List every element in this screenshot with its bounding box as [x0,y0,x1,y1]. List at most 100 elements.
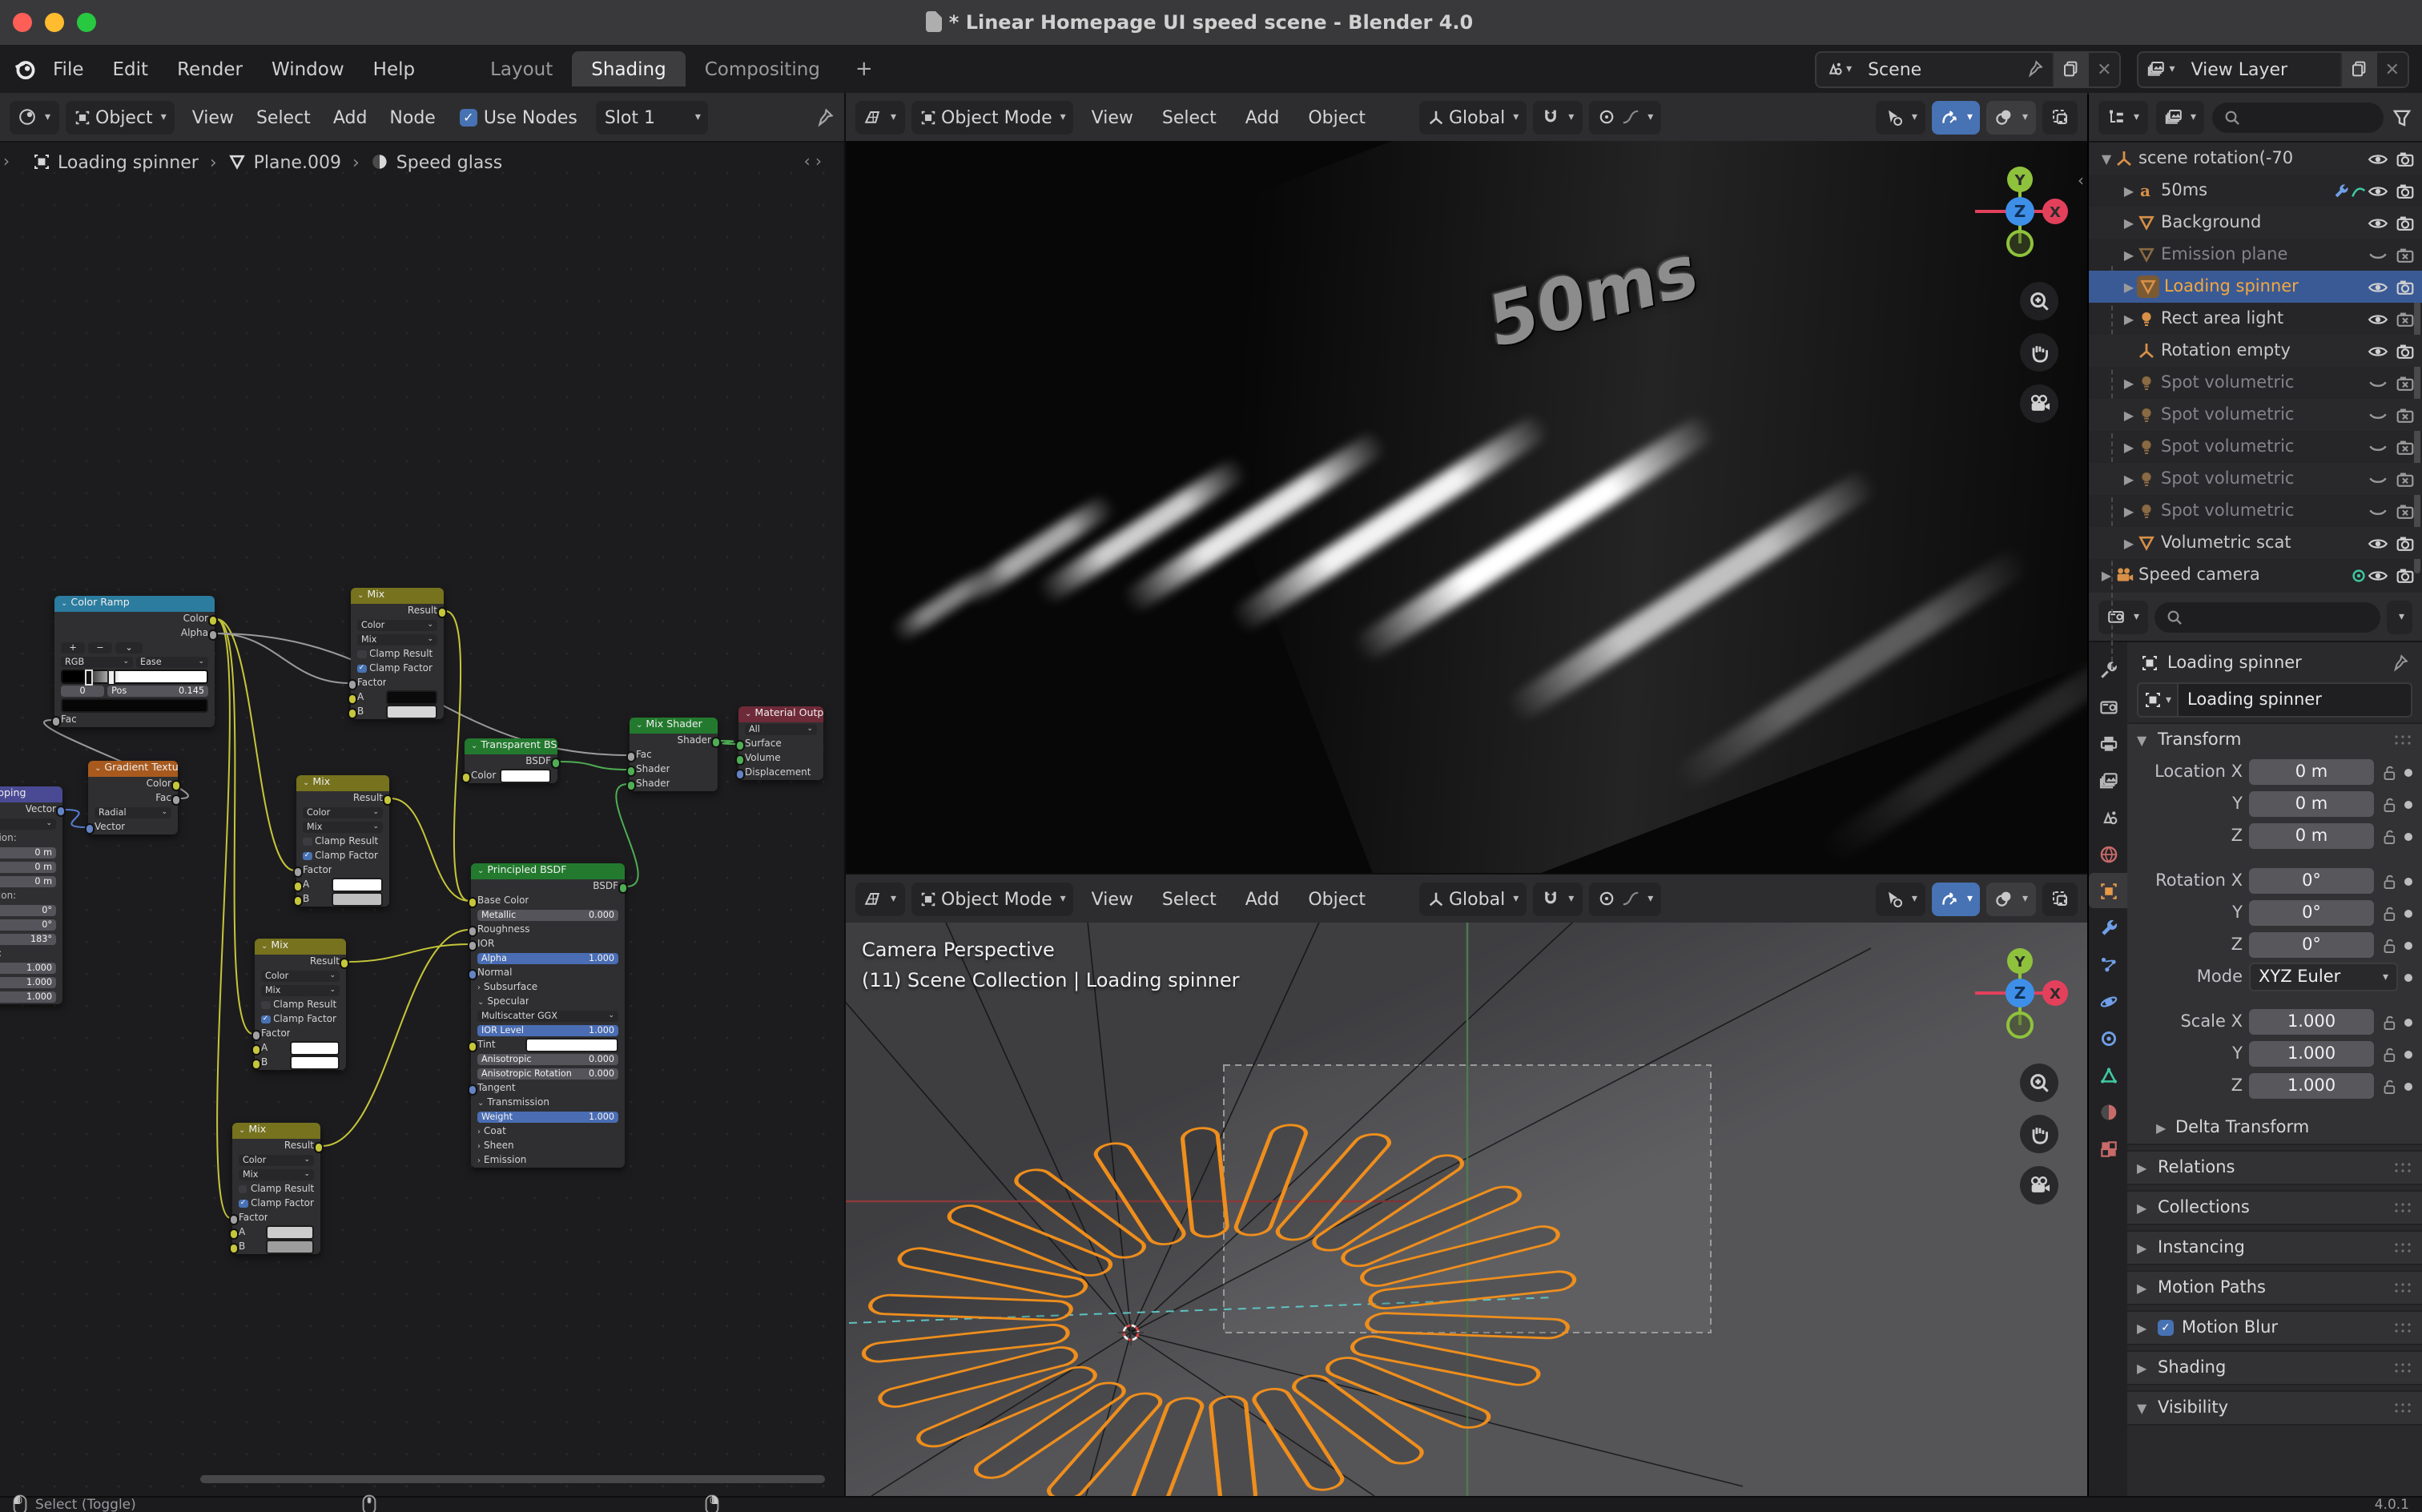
node-checkbox[interactable]: ✓ [303,852,312,861]
node-link[interactable] [64,810,86,827]
animate-dot-button[interactable] [2404,973,2412,981]
outliner-row-loading-spinner[interactable]: ▶Loading spinner [2089,271,2422,303]
expand-arrow-icon[interactable]: ▶ [2121,536,2137,550]
disable-render-toggle[interactable] [2395,308,2416,329]
output-socket[interactable] [207,616,218,626]
node-header[interactable]: ⌄Principled BSDF [471,863,625,879]
workspace-tab-layout[interactable]: Layout [471,51,572,86]
object-visibility-dropdown[interactable]: ▾ [1877,100,1925,134]
panel-visibility[interactable]: ▼Visibility [2127,1390,2422,1426]
node-dropdown[interactable]: Mix⌄ [357,634,437,645]
menu-file[interactable]: File [38,58,99,80]
node-header[interactable]: ⌄Gradient Texture [88,761,178,777]
ramp-index-field[interactable]: 0 [61,686,104,697]
node-header[interactable]: ⌄Mix [232,1123,320,1139]
input-socket[interactable] [348,709,358,719]
breadcrumb-item[interactable]: Plane.009 [228,151,341,172]
shader-node-output[interactable]: ⌄Material OutputAll⌄SurfaceVolumeDisplac… [738,706,823,780]
snapping-dropdown[interactable]: ▾ [1533,882,1582,915]
light-icon[interactable] [2137,501,2156,521]
editor-type-button[interactable]: ▾ [855,100,904,134]
outliner-row-50ms[interactable]: ▶a50ms [2089,175,2422,207]
expand-arrow-icon[interactable]: ▶ [2121,215,2137,230]
shader-node-mix3[interactable]: ⌄MixResultColor⌄Mix⌄Clamp Result✓Clamp F… [255,939,346,1070]
material-slot-dropdown[interactable]: Slot 1▾ [597,100,709,134]
shader-node-transparent[interactable]: ⌄Transparent BSDFBSDFColor [465,738,557,783]
rendered-scene[interactable]: 50ms Y X Z ‹ [846,141,2087,873]
color-swatch[interactable] [289,1042,340,1056]
node-dropdown[interactable]: Mix⌄ [239,1169,314,1180]
node-value-field[interactable]: 183° [0,934,56,945]
pin-icon[interactable] [2390,653,2409,673]
input-socket[interactable] [468,970,478,980]
node-checkbox[interactable] [357,650,366,659]
disable-render-toggle[interactable] [2395,148,2416,169]
empty-icon[interactable] [2114,149,2134,168]
properties-tab-texture[interactable] [2089,1131,2127,1166]
hide-viewport-toggle[interactable] [2368,501,2388,521]
disable-render-toggle[interactable] [2395,501,2416,521]
lock-icon[interactable] [2380,1077,2398,1095]
node-canvas[interactable]: ⌄Color RampColorAlpha+−⌄RGB⌄Ease⌄0Pos0.1… [0,141,844,1496]
disable-render-toggle[interactable] [2395,276,2416,297]
animate-dot-button[interactable] [2404,1082,2412,1090]
camera-view-button[interactable] [2020,384,2058,423]
properties-search-input[interactable] [2154,601,2381,632]
node-header[interactable]: ⌄Mapping [0,786,62,802]
outliner-row-speed-camera[interactable]: ▶Speed camera [2089,559,2422,591]
toggle-xray-button[interactable] [2042,100,2078,134]
collapse-arrow-icon[interactable]: ‹ [2078,173,2084,191]
panel-motion-blur[interactable]: ▶✓Motion Blur [2127,1310,2422,1345]
outliner-row-rect-area-light[interactable]: ▶Rect area light [2089,303,2422,335]
viewport-menu-add[interactable]: Add [1234,888,1291,909]
mode-dropdown[interactable]: Object Mode▾ [911,100,1074,134]
hide-viewport-toggle[interactable] [2368,565,2388,585]
toggle-xray-button[interactable] [2042,882,2078,915]
light-icon[interactable] [2137,469,2156,489]
output-socket[interactable] [710,738,721,748]
shader-menu-select[interactable]: Select [245,107,322,127]
output-socket[interactable] [339,959,349,969]
show-overlays-toggle[interactable]: ▾ [1987,100,2036,134]
hide-viewport-toggle[interactable] [2368,404,2388,425]
node-checkbox[interactable]: ✓ [239,1200,247,1208]
input-socket[interactable] [251,1060,262,1070]
input-socket[interactable] [468,927,478,937]
transform-orientation-dropdown[interactable]: Global▾ [1418,100,1527,134]
node-link[interactable] [719,741,737,744]
camera-scene[interactable]: Camera Perspective (11) Scene Collection… [846,923,2087,1496]
expand-arrow-icon[interactable]: ▼ [2098,151,2114,166]
property-field-scale-x[interactable]: 1.000 [2249,1009,2374,1035]
properties-tab-tool[interactable] [2089,652,2127,687]
mesh-icon[interactable] [2137,245,2156,264]
light-icon[interactable] [2137,405,2156,424]
node-slider[interactable]: Weight1.000 [477,1112,618,1123]
node-link[interactable] [348,944,469,962]
expand-arrow-icon[interactable]: ▶ [2121,376,2137,390]
color-swatch[interactable] [61,699,208,713]
node-dropdown[interactable]: RGB⌄ [61,657,133,668]
input-socket[interactable] [293,882,304,892]
properties-tab-object[interactable] [2089,873,2127,908]
node-dropdown[interactable]: Mix⌄ [261,985,340,996]
expand-arrow-icon[interactable]: ▶ [2121,440,2137,454]
disable-render-toggle[interactable] [2395,404,2416,425]
use-nodes-toggle[interactable]: ✓ Use Nodes [460,107,577,127]
pin-icon[interactable] [814,107,835,127]
properties-tab-render[interactable] [2089,689,2127,724]
panel-shading[interactable]: ▶Shading [2127,1350,2422,1385]
shader-menu-view[interactable]: View [181,107,245,127]
node-link[interactable] [216,633,349,683]
add-stop-button[interactable]: + [61,642,85,653]
animate-dot-button[interactable] [2404,909,2412,917]
camera-view-button[interactable] [2020,1166,2058,1204]
input-socket[interactable] [626,781,637,791]
input-socket[interactable] [229,1229,239,1240]
node-dropdown[interactable]: Ease⌄ [136,657,208,668]
node-link[interactable] [559,762,628,770]
editor-type-button[interactable]: ▾ [10,100,58,134]
shader-node-mix1[interactable]: ⌄MixResultColor⌄Mix⌄Clamp Result✓Clamp F… [351,588,444,719]
zoom-button[interactable] [2020,1064,2058,1102]
properties-tab-physics[interactable] [2089,983,2127,1019]
node-value-field[interactable]: 0 m [0,876,56,887]
